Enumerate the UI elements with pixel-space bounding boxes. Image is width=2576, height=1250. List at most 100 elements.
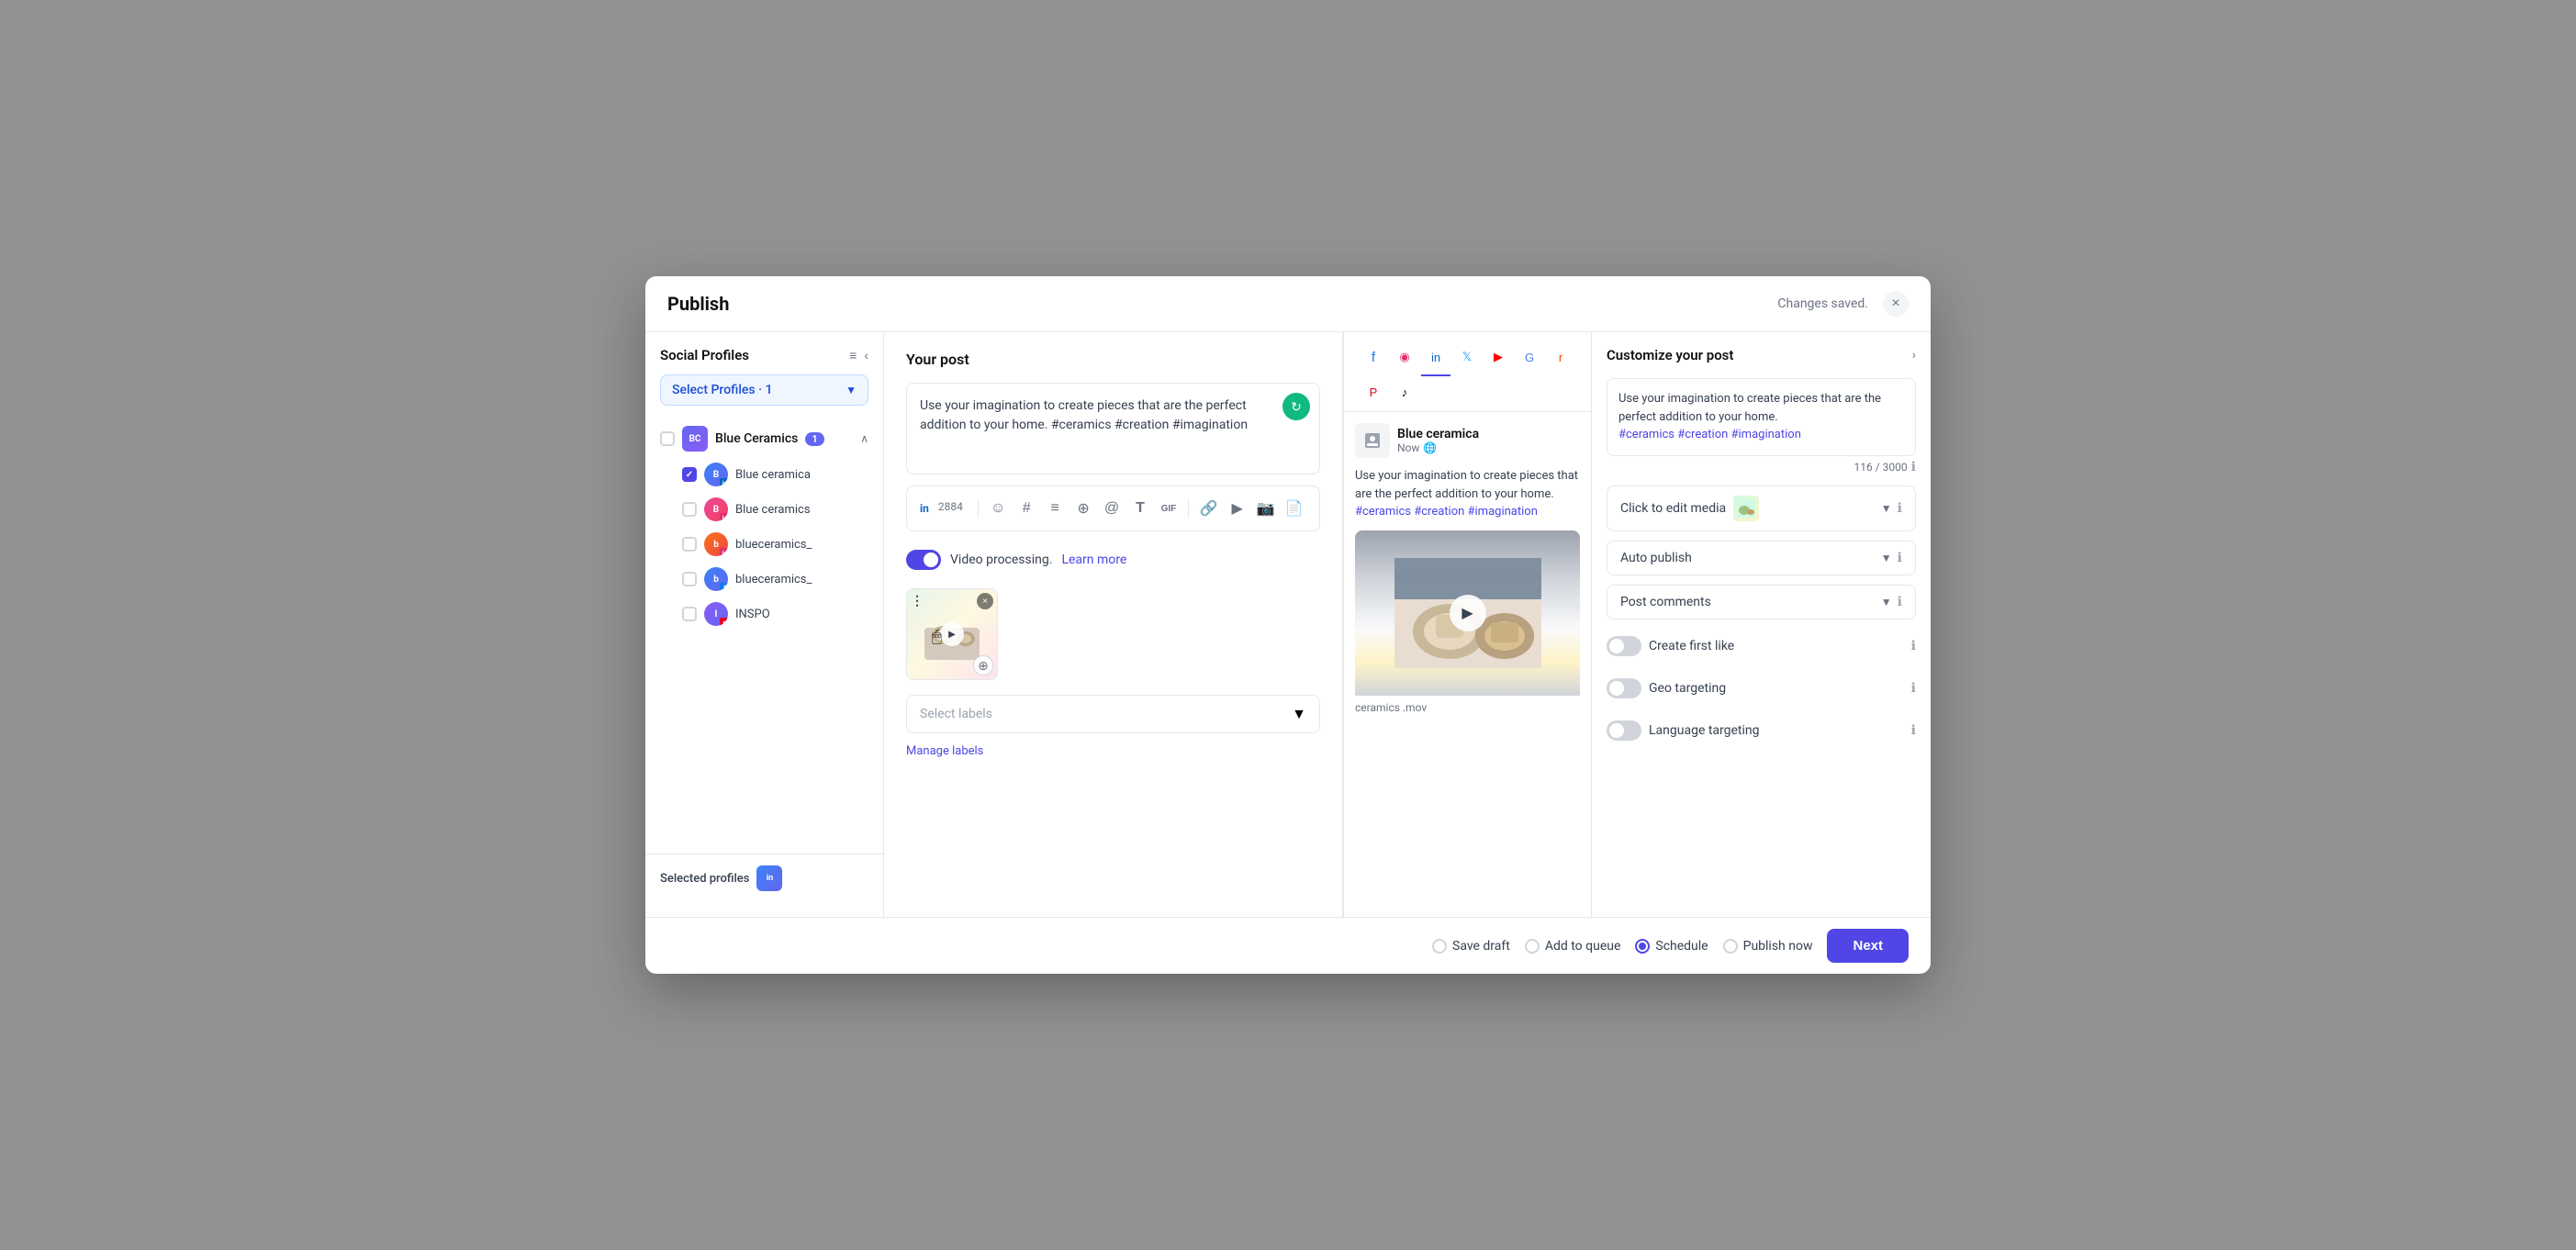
edit-media-info-icon[interactable]: ℹ [1898,501,1902,516]
publish-now-label: Publish now [1743,939,1813,954]
learn-more-link[interactable]: Learn more [1061,552,1126,567]
modal-title: Publish [667,293,729,315]
tab-google[interactable]: G [1515,343,1544,376]
geo-targeting-info-icon[interactable]: ℹ [1911,681,1916,696]
tab-youtube[interactable]: ▶ [1484,343,1513,376]
mention-button[interactable]: @ [1100,494,1125,523]
avatar: I p [704,602,728,626]
add-to-queue-radio[interactable] [1525,939,1540,954]
video-processing-text: Video processing. [950,552,1052,567]
media-play-button[interactable]: ▶ [940,622,964,646]
camera-button[interactable]: 📷 [1253,494,1278,523]
post-comments-info-icon[interactable]: ℹ [1898,595,1902,609]
list-item[interactable]: b ig blueceramics_ [653,527,876,562]
list-item[interactable]: B ig Blue ceramics [653,492,876,527]
font-button[interactable]: T [1128,494,1153,523]
tab-pinterest[interactable]: P [1359,378,1388,411]
labels-chevron-icon: ▼ [1292,705,1306,723]
language-targeting-toggle[interactable] [1607,720,1641,741]
video-button[interactable]: ▶ [1225,494,1249,523]
text-format-button[interactable]: ≡ [1043,494,1068,523]
preview-media: ▶ ceramics .mov [1355,530,1580,720]
create-first-like-toggle[interactable] [1607,636,1641,656]
tab-facebook[interactable]: f [1359,343,1388,376]
customize-chevron-icon[interactable]: › [1912,348,1916,363]
preview-play-button[interactable]: ▶ [1450,595,1486,631]
save-draft-option[interactable]: Save draft [1432,939,1510,954]
schedule-option[interactable]: Schedule [1635,939,1708,954]
modal-header-right: Changes saved. × [1777,291,1909,317]
preview-hashtags: #ceramics #creation #imagination [1355,505,1538,519]
select-profiles-dropdown[interactable]: Select Profiles · 1 ▼ [660,374,868,406]
publish-now-option[interactable]: Publish now [1723,939,1813,954]
tab-instagram[interactable]: ◉ [1390,343,1419,376]
post-preview-pane: f ◉ in 𝕏 ▶ G r P ♪ [1343,332,1591,917]
video-processing-toggle[interactable] [906,550,941,570]
char-count-info-icon[interactable]: ℹ [1911,460,1916,474]
add-content-button[interactable]: ⊕ [1071,494,1096,523]
group-count-badge: 1 [805,432,823,446]
char-count-display: 116 / 3000 ℹ [1607,460,1916,474]
auto-publish-info-icon[interactable]: ℹ [1898,551,1902,565]
group-checkbox[interactable] [660,431,675,446]
save-draft-radio[interactable] [1432,939,1447,954]
group-chevron-icon[interactable]: ∧ [860,432,868,445]
tab-reddit[interactable]: r [1546,343,1575,376]
collapse-icon[interactable]: ‹ [864,348,868,363]
media-close-button[interactable]: × [977,593,993,609]
select-profiles-text: Select Profiles · 1 [672,383,772,397]
selected-profiles-label: Selected profiles [660,872,749,886]
manage-labels-link[interactable]: Manage labels [906,744,983,758]
create-first-like-info-icon[interactable]: ℹ [1911,639,1916,653]
hashtag-button[interactable]: # [1014,494,1039,523]
modal-close-button[interactable]: × [1883,291,1909,317]
auto-publish-field[interactable]: Auto publish ▼ ℹ [1607,541,1916,575]
post-refresh-button[interactable]: ↻ [1282,393,1310,420]
gif-button[interactable]: GIF [1156,494,1181,523]
list-item[interactable]: I p INSPO [653,597,876,631]
tab-linkedin[interactable]: in [1421,343,1450,376]
profile-group-blue-ceramics: BC Blue Ceramics 1 ∧ B in Blue cer [645,420,883,631]
geo-targeting-toggle[interactable] [1607,678,1641,698]
preview-profile-info: Blue ceramica Now 🌐 [1397,427,1479,454]
avatar: b ig [704,532,728,556]
profile-checkbox-inspo[interactable] [682,607,697,621]
auto-publish-text: Auto publish [1620,551,1692,565]
customize-title: Customize your post [1607,347,1733,363]
filter-icon[interactable]: ≡ [849,348,857,363]
sidebar-icons: ≡ ‹ [849,348,868,363]
profile-checkbox-blueceramics-2[interactable] [682,572,697,586]
auto-publish-chevron-icon: ▼ [1881,552,1892,564]
dropdown-arrow-icon: ▼ [846,384,857,396]
profile-checkbox-blue-ceramics[interactable] [682,502,697,517]
geo-targeting-label: Geo targeting [1649,681,1911,696]
tab-twitter[interactable]: 𝕏 [1452,343,1482,376]
tab-tiktok[interactable]: ♪ [1390,378,1419,411]
media-add-button[interactable]: ⊕ [973,655,993,675]
list-item[interactable]: B in Blue ceramica [653,457,876,492]
profile-checkbox-blueceramics-1[interactable] [682,537,697,552]
language-targeting-info-icon[interactable]: ℹ [1911,723,1916,738]
schedule-radio[interactable] [1635,939,1650,954]
add-to-queue-option[interactable]: Add to queue [1525,939,1621,954]
click-to-edit-media-field[interactable]: Click to edit media ▼ ℹ [1607,485,1916,531]
click-to-edit-media-text: Click to edit media [1620,501,1726,516]
post-comments-field[interactable]: Post comments ▼ ℹ [1607,585,1916,619]
list-item[interactable]: b f blueceramics_ [653,562,876,597]
sidebar-header: Social Profiles ≡ ‹ [645,347,883,374]
link-button[interactable]: 🔗 [1196,494,1221,523]
doc-button[interactable]: 📄 [1282,494,1306,523]
custom-text-box[interactable]: Use your imagination to create pieces th… [1607,378,1916,456]
post-toolbar: in 2884 ☺ # ≡ ⊕ @ T GIF 🔗 ▶ 📷 📄 [906,485,1320,531]
next-button[interactable]: Next [1827,929,1909,963]
modal-footer: Save draft Add to queue Schedule Publish… [645,917,1931,974]
profile-checkbox-blue-ceramica[interactable] [682,467,697,482]
publish-now-radio[interactable] [1723,939,1738,954]
post-text-editor[interactable]: Use your imagination to create pieces th… [906,383,1320,474]
media-more-button[interactable]: ⋮ [911,593,924,608]
emoji-button[interactable]: ☺ [986,494,1011,523]
modal-overlay: Publish Changes saved. × Social Profiles… [0,0,2576,1250]
group-avatar: BC [682,426,708,452]
preview-card: Blue ceramica Now 🌐 Use your imagination… [1344,412,1591,917]
labels-dropdown[interactable]: Select labels ▼ [906,695,1320,733]
